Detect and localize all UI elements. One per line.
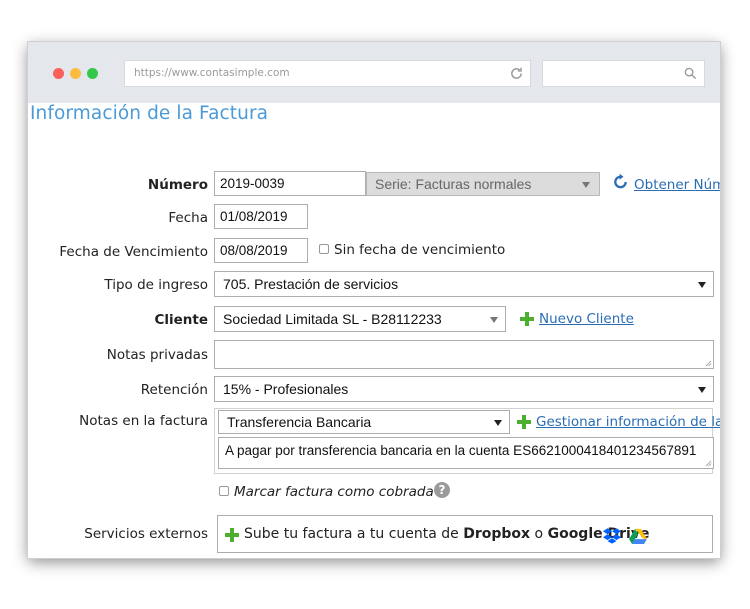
notas-privadas-input[interactable]: [214, 340, 714, 369]
help-icon[interactable]: ?: [434, 482, 450, 498]
sin-vencimiento-label: Sin fecha de vencimiento: [334, 242, 506, 258]
chevron-down-icon: [490, 317, 498, 323]
resize-grip-icon[interactable]: [705, 360, 712, 367]
browser-toolbar: https://www.contasimple.com: [28, 42, 720, 103]
maximize-window-button[interactable]: [87, 68, 98, 79]
servicios-externos-text: Sube tu factura a tu cuenta de Dropbox o…: [244, 526, 649, 542]
cobrada-label: Marcar factura como cobrada: [234, 484, 434, 500]
nota-factura-text: A pagar por transferencia bancaria en la…: [225, 443, 697, 458]
close-window-button[interactable]: [53, 68, 64, 79]
chevron-down-icon: [494, 420, 502, 426]
reload-icon[interactable]: [509, 66, 524, 81]
browser-window: https://www.contasimple.com Información …: [28, 42, 720, 558]
vencimiento-input[interactable]: 08/08/2019: [214, 238, 308, 263]
fecha-label: Fecha: [168, 210, 208, 226]
dropbox-icon[interactable]: [603, 527, 621, 544]
cliente-label: Cliente: [154, 312, 208, 328]
tipo-ingreso-value: 705. Prestación de servicios: [223, 276, 399, 292]
tipo-ingreso-select[interactable]: 705. Prestación de servicios: [214, 271, 714, 297]
cliente-value: Sociedad Limitada SL - B28112233: [223, 311, 442, 327]
cliente-select[interactable]: Sociedad Limitada SL - B28112233: [214, 306, 506, 332]
chevron-down-icon: [582, 182, 590, 188]
fecha-input[interactable]: 01/08/2019: [214, 204, 308, 229]
payment-method-select[interactable]: Transferencia Bancaria: [218, 410, 510, 434]
chevron-down-icon: [698, 387, 706, 393]
serie-select[interactable]: Serie: Facturas normales: [366, 172, 600, 196]
retencion-select[interactable]: 15% - Profesionales: [214, 376, 714, 402]
gestionar-informacion-link[interactable]: Gestionar información de la f: [536, 414, 720, 430]
plus-icon[interactable]: [224, 527, 240, 543]
refresh-icon[interactable]: [612, 173, 629, 190]
minimize-window-button[interactable]: [70, 68, 81, 79]
nuevo-cliente-link[interactable]: Nuevo Cliente: [539, 311, 634, 327]
serie-select-value: Serie: Facturas normales: [375, 176, 532, 192]
ext-text-connector: o: [534, 526, 544, 542]
address-bar[interactable]: https://www.contasimple.com: [124, 60, 531, 87]
nota-factura-textarea[interactable]: A pagar por transferencia bancaria en la…: [218, 437, 714, 469]
sin-vencimiento-checkbox[interactable]: [319, 244, 329, 254]
retencion-value: 15% - Profesionales: [223, 381, 349, 397]
servicios-externos-box: Sube tu factura a tu cuenta de Dropbox o…: [217, 515, 713, 553]
vencimiento-label: Fecha de Vencimiento: [59, 244, 208, 260]
dropbox-link[interactable]: Dropbox: [463, 526, 530, 542]
tipo-ingreso-label: Tipo de ingreso: [104, 277, 208, 293]
obtener-numero-link[interactable]: Obtener Núm: [634, 177, 720, 193]
plus-icon[interactable]: [519, 311, 535, 327]
resize-grip-icon[interactable]: [705, 460, 712, 467]
page-title: Información de la Factura: [30, 103, 269, 124]
ext-text-prefix: Sube tu factura a tu cuenta de: [244, 526, 459, 542]
numero-label: Número: [147, 177, 208, 193]
browser-search-bar[interactable]: [542, 60, 705, 87]
servicios-externos-label: Servicios externos: [84, 526, 208, 542]
retencion-label: Retención: [140, 382, 208, 398]
numero-input[interactable]: 2019-0039: [214, 171, 366, 196]
notas-privadas-label: Notas privadas: [106, 347, 208, 363]
chevron-down-icon: [698, 282, 706, 288]
payment-method-value: Transferencia Bancaria: [227, 414, 372, 430]
search-icon[interactable]: [684, 67, 697, 80]
cobrada-checkbox[interactable]: [219, 486, 229, 496]
address-text: https://www.contasimple.com: [134, 67, 290, 79]
notas-factura-label: Notas en la factura: [79, 413, 208, 429]
google-drive-icon[interactable]: [629, 528, 647, 544]
plus-icon[interactable]: [516, 414, 532, 430]
